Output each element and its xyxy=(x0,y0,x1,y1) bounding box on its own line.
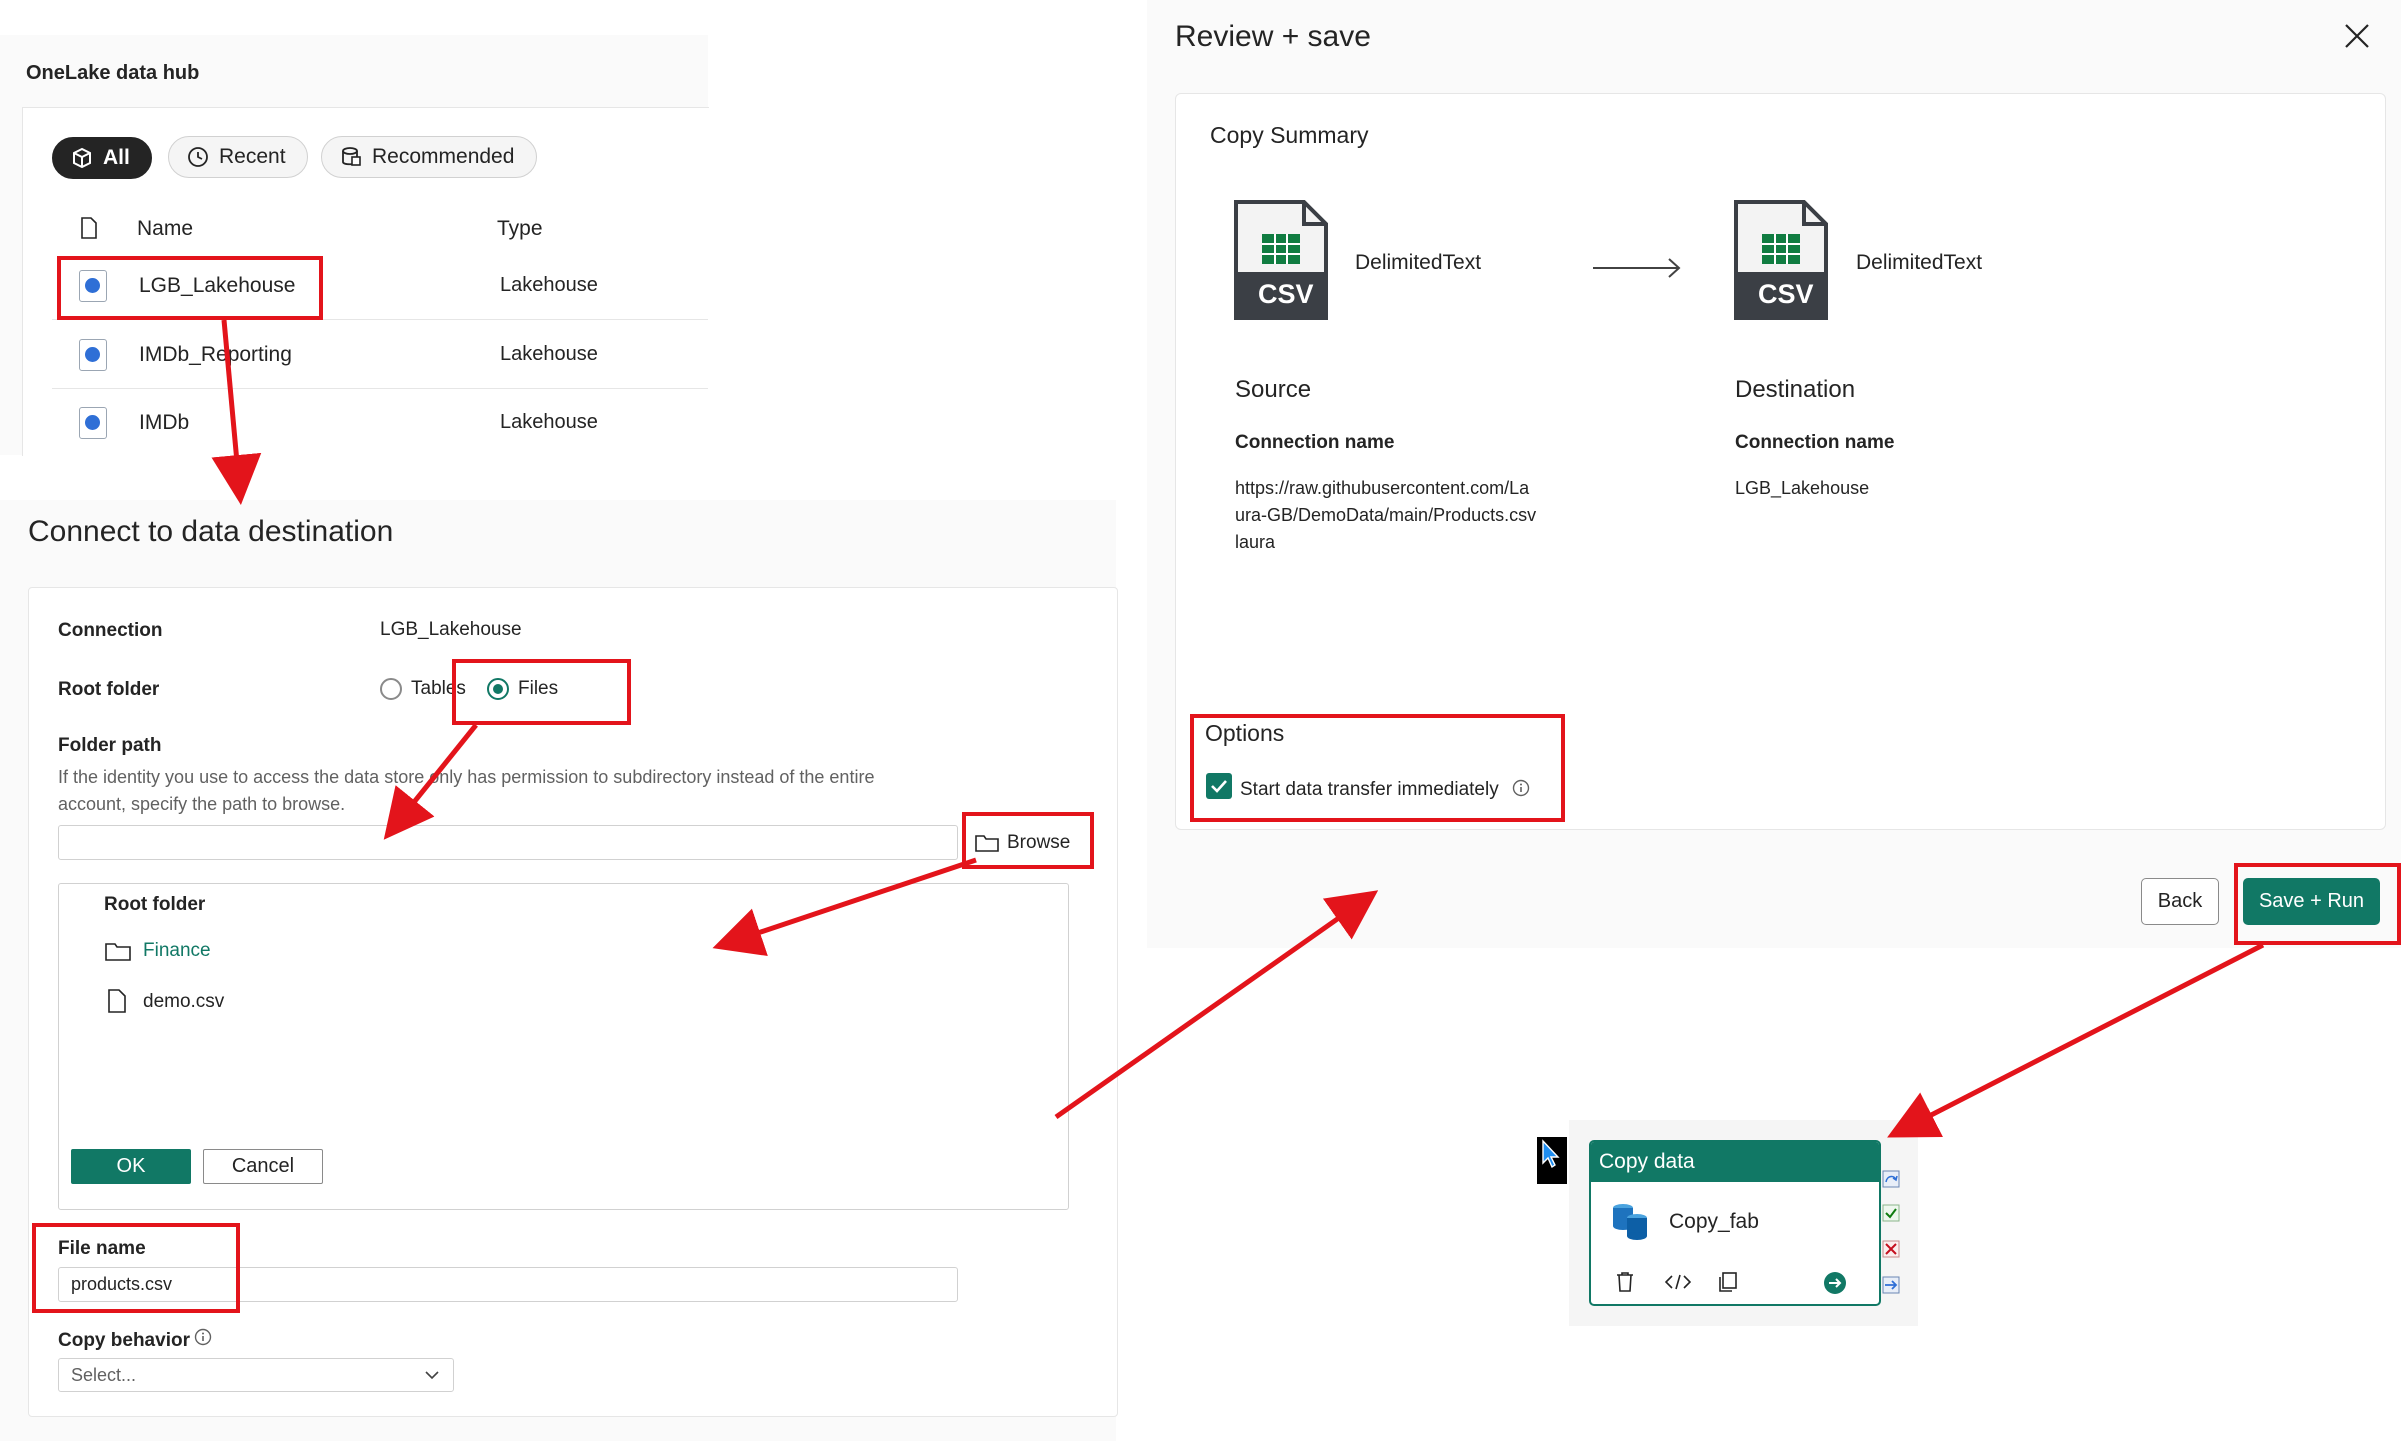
arrow-browse-to-tree xyxy=(712,857,977,957)
arrow-lakehouse-to-connect xyxy=(211,319,262,505)
arrow-connect-to-review xyxy=(1054,890,1379,1120)
arrow-files-to-folder-path xyxy=(383,723,478,840)
arrow-save-to-activity xyxy=(1887,942,2265,1138)
annotation-arrows xyxy=(211,319,2265,1138)
